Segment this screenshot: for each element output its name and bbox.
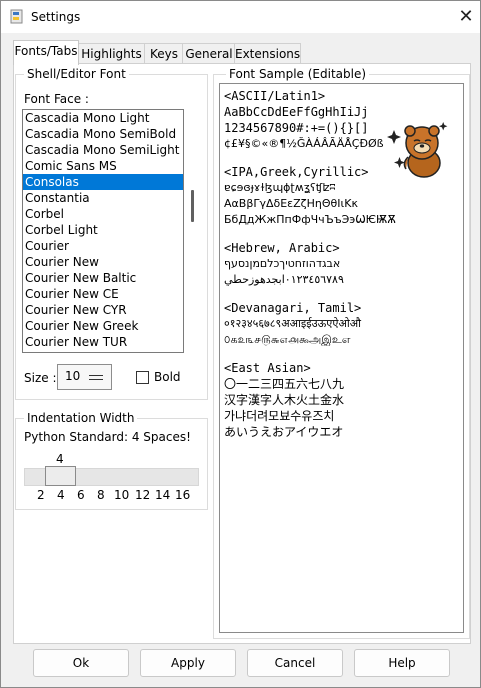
font-item-selected[interactable]: Consolas	[23, 174, 183, 190]
font-item[interactable]: Courier	[23, 238, 183, 254]
sample-group-title: Font Sample (Editable)	[226, 67, 370, 81]
font-item[interactable]: Courier New TUR	[23, 334, 183, 350]
tick-label: 8	[97, 488, 105, 502]
font-item[interactable]: Comic Sans MS	[23, 158, 183, 174]
sample-line: ٠١٢٣٤٥٦٧٨٩ابجدهوزحطي	[224, 273, 344, 286]
sample-line: あいうえおアイウエオ	[224, 425, 344, 439]
sample-line: <Hebrew, Arabic>	[224, 241, 340, 255]
font-item[interactable]: Cascadia Mono Light	[23, 110, 183, 126]
font-face-label: Font Face :	[24, 92, 89, 106]
font-item[interactable]: Courier New CYR	[23, 302, 183, 318]
settings-window: Settings ✕ Fonts/Tabs Highlights Keys Ge…	[0, 0, 481, 688]
tab-highlights[interactable]: Highlights	[77, 43, 146, 64]
settings-app-icon	[10, 9, 23, 24]
font-item[interactable]: Corbel	[23, 206, 183, 222]
font-item[interactable]: Courier New Greek	[23, 318, 183, 334]
indent-value: 4	[56, 452, 64, 466]
tab-general[interactable]: General	[182, 43, 236, 64]
window-title: Settings	[31, 10, 81, 24]
bold-label: Bold	[154, 370, 181, 384]
tick-label: 16	[175, 488, 191, 502]
title-bar[interactable]: Settings ✕	[1, 1, 480, 33]
sample-line: 1234567890#:+=(){}[]	[224, 121, 369, 135]
tab-fonts-tabs[interactable]: Fonts/Tabs	[13, 40, 79, 65]
cancel-button[interactable]: Cancel	[247, 649, 343, 677]
font-face-list[interactable]: Cascadia Mono Light Cascadia Mono SemiBo…	[22, 109, 184, 353]
sample-line: 〇一二三四五六七八九	[224, 377, 345, 391]
font-group-title: Shell/Editor Font	[24, 67, 129, 81]
size-label: Size :	[24, 371, 57, 385]
font-size-select[interactable]: 10	[57, 364, 112, 390]
sample-line: אבגדהוזחטיךכלםמןנסעף	[224, 257, 341, 270]
sample-line: <ASCII/Latin1>	[224, 89, 326, 103]
sample-line: 汉字漢字人木火土金水	[224, 393, 345, 407]
sample-line: <Devanagari, Tamil>	[224, 301, 362, 315]
tab-keys[interactable]: Keys	[144, 43, 184, 64]
indent-group-title: Indentation Width	[24, 411, 138, 425]
tick-label: 4	[57, 488, 65, 502]
bold-checkbox[interactable]	[136, 371, 149, 384]
tick-label: 6	[77, 488, 85, 502]
tick-label: 10	[114, 488, 130, 502]
font-item[interactable]: Corbel Light	[23, 222, 183, 238]
sample-line: ΑαΒβΓγΔδΕεΖζΗηΘθΙιΚκ	[224, 197, 358, 210]
tick-label: 14	[155, 488, 171, 502]
font-size-value: 10	[65, 369, 81, 383]
apply-button[interactable]: Apply	[140, 649, 236, 677]
font-item[interactable]: Cascadia Mono SemiLight	[23, 142, 183, 158]
indent-subtitle: Python Standard: 4 Spaces!	[24, 430, 191, 444]
font-item[interactable]: Cascadia Mono SemiBold	[23, 126, 183, 142]
tab-extensions[interactable]: Extensions	[234, 43, 301, 64]
sample-line: ¢£¥§©«®¶½ĞÀÁÂÃÄÅÇÐØß	[224, 137, 384, 150]
sample-line: БбДдЖжПпФфЧчЪъЭэѠѤѬѪ	[224, 213, 396, 226]
font-item[interactable]: Courier New	[23, 254, 183, 270]
tick-label: 2	[37, 488, 45, 502]
help-button[interactable]: Help	[354, 649, 450, 677]
sample-line: ɐɕɘɞɟɤɫɮɰɸʈʍʓʕʧʫʭ	[224, 181, 336, 194]
sample-line: ௦௧௨௩௪௫௬௭௮௯அஇஉஎ	[224, 333, 351, 346]
sticker-image	[387, 122, 448, 178]
sample-line: 가냐더려모뵤수유즈치	[224, 409, 335, 423]
sample-line: <East Asian>	[224, 361, 311, 375]
dropdown-arrow-icon	[89, 375, 103, 380]
close-icon[interactable]: ✕	[453, 6, 479, 28]
font-list-scrollbar-thumb[interactable]	[191, 190, 194, 222]
indent-slider-thumb[interactable]	[45, 466, 76, 486]
tick-label: 12	[135, 488, 151, 502]
font-item[interactable]: Courier New Baltic	[23, 270, 183, 286]
sample-line: ०१२३४५६७८९अआइईउऊएऐओऔ	[224, 317, 361, 330]
sample-line: AaBbCcDdEeFfGgHhIiJj	[224, 105, 369, 119]
font-item[interactable]: Constantia	[23, 190, 183, 206]
font-item[interactable]: Courier New CE	[23, 286, 183, 302]
ok-button[interactable]: Ok	[33, 649, 129, 677]
sample-line: <IPA,Greek,Cyrillic>	[224, 165, 369, 179]
